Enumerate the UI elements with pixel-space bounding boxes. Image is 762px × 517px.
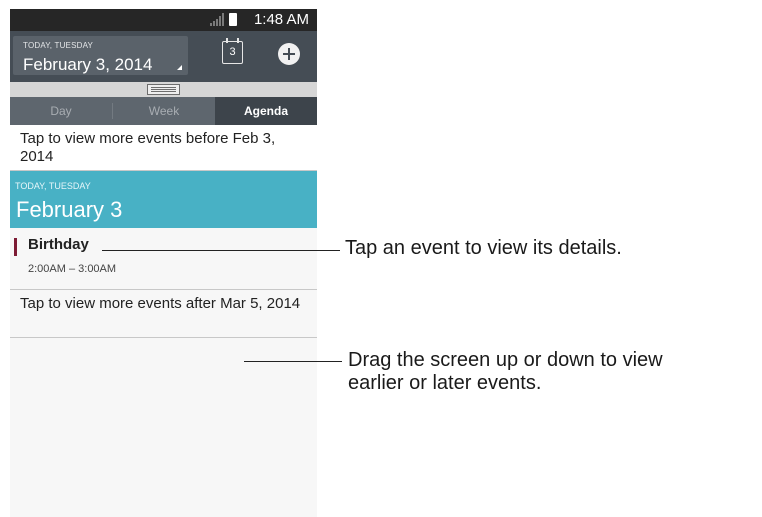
event-title: Birthday [28,236,89,253]
event-callout-text: Tap an event to view its details. [345,237,622,259]
calendar-header: TODAY, TUESDAY February 3, 2014 3 [10,31,317,82]
add-icon[interactable] [278,43,300,65]
dropdown-corner-icon [177,65,182,70]
view-resize-bar[interactable] [10,82,317,97]
view-tabs: Day Week Agenda [10,97,317,125]
status-time: 1:48 AM [253,11,309,28]
tab-day[interactable]: Day [10,97,112,125]
drag-callout-line2: earlier or later events. [348,372,542,394]
date-selector-label: TODAY, TUESDAY [23,41,94,50]
event-color-bar [14,238,17,256]
battery-icon [229,13,237,26]
date-selector-value: February 3, 2014 [23,55,153,74]
more-events-before-text: Tap to view more events before Feb 3, 20… [20,130,276,165]
calendar-screen: 1:48 AM TODAY, TUESDAY February 3, 2014 … [10,9,317,517]
drag-callout-line [244,361,342,362]
drag-handle-icon[interactable] [147,84,180,95]
event-item[interactable]: Birthday 2:00AM – 3:00AM [10,228,317,290]
event-callout-line [102,250,340,251]
calendar-today-icon[interactable]: 3 [222,38,243,64]
signal-icon [210,13,226,26]
drag-callout-line1: Drag the screen up or down to view [348,349,663,371]
date-selector[interactable]: TODAY, TUESDAY February 3, 2014 [13,36,188,75]
more-events-after[interactable]: Tap to view more events after Mar 5, 201… [10,290,317,338]
tab-agenda[interactable]: Agenda [215,97,317,125]
day-header-date: February 3 [16,197,123,222]
more-events-after-text: Tap to view more events after Mar 5, 201… [20,295,301,312]
calendar-today-number: 3 [229,46,236,58]
more-events-before[interactable]: Tap to view more events before Feb 3, 20… [10,125,317,171]
event-time: 2:00AM – 3:00AM [28,263,117,275]
day-header-label: TODAY, TUESDAY [15,181,91,191]
tab-week[interactable]: Week [113,97,215,125]
day-header: TODAY, TUESDAY February 3 [10,171,317,228]
status-bar: 1:48 AM [10,9,317,31]
